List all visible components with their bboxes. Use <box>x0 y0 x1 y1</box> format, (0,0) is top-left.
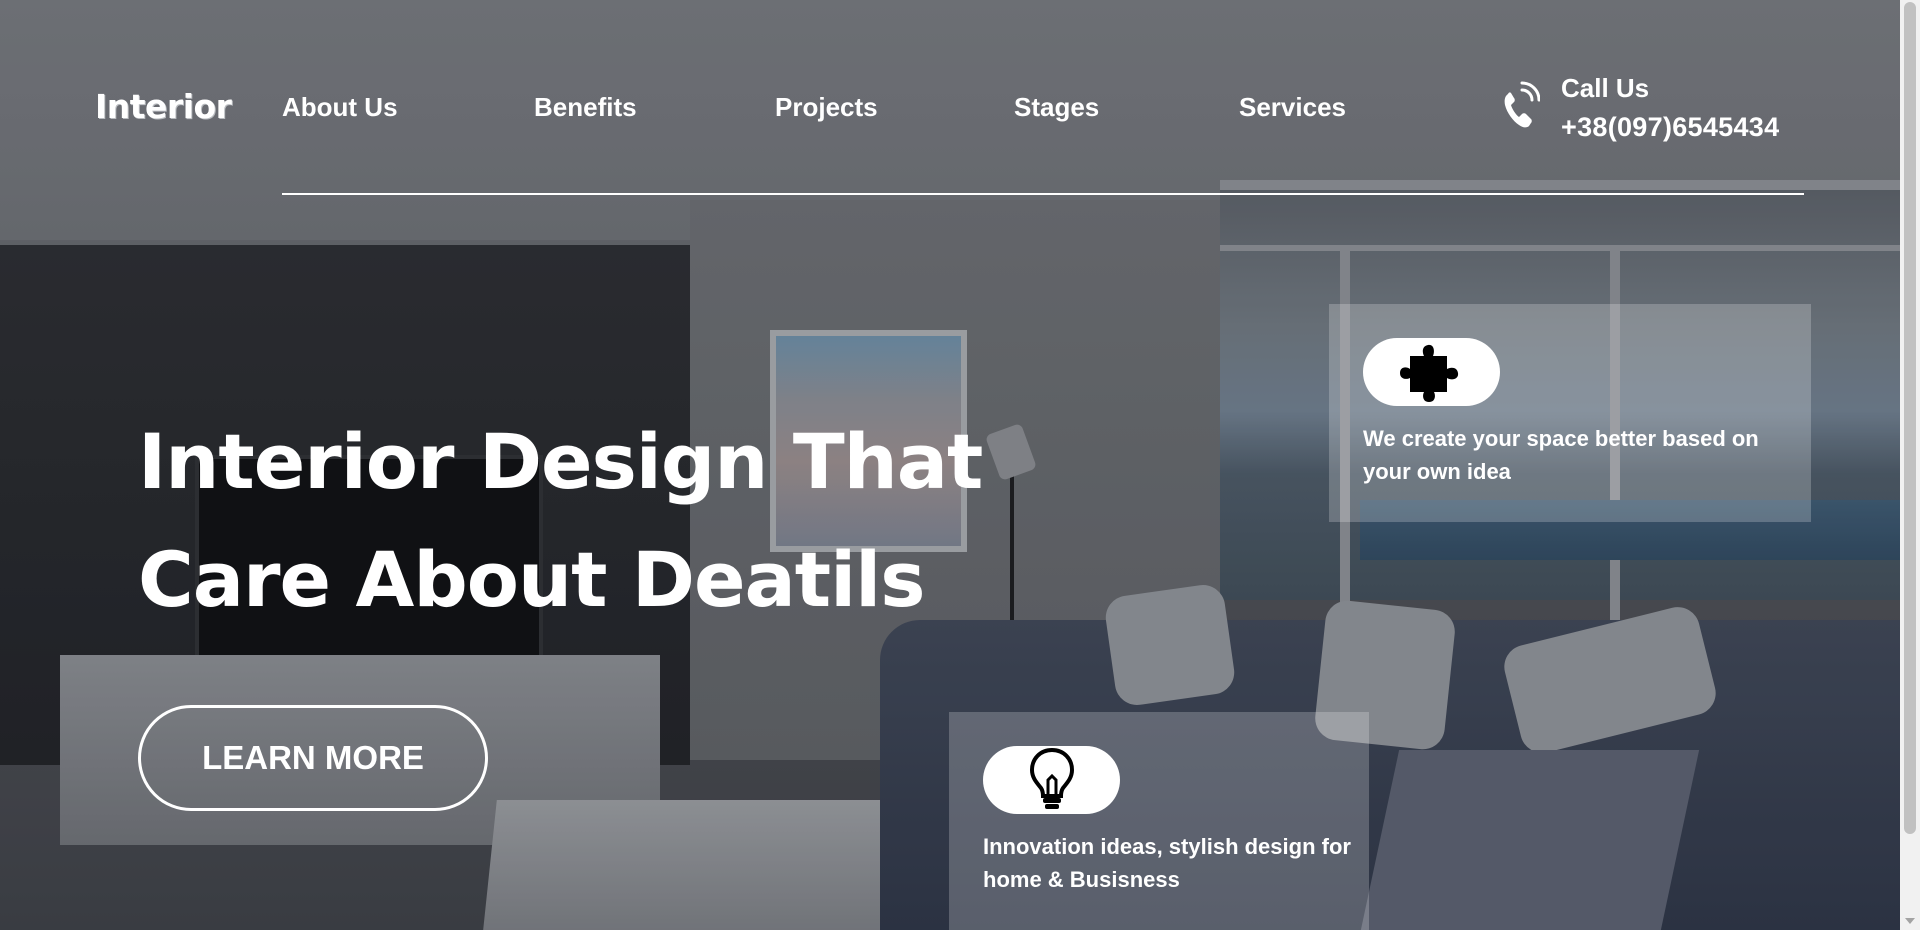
header-divider <box>282 193 1804 195</box>
feature-icon-pill <box>983 746 1120 814</box>
nav-item-projects[interactable]: Projects <box>775 92 878 123</box>
puzzle-piece-icon <box>1392 336 1472 408</box>
nav-item-benefits[interactable]: Benefits <box>534 92 637 123</box>
feature-card-idea: We create your space better based on you… <box>1329 304 1811 522</box>
scrollbar-thumb[interactable] <box>1904 2 1916 834</box>
nav-item-services[interactable]: Services <box>1239 92 1346 123</box>
nav-item-stages[interactable]: Stages <box>1014 92 1099 123</box>
hero-headline-line-1: Interior Design That <box>138 417 983 506</box>
phone-icon[interactable] <box>1500 80 1541 130</box>
feature-icon-pill <box>1363 338 1500 406</box>
feature-text: We create your space better based on you… <box>1363 426 1759 484</box>
scroll-down-arrow-icon[interactable] <box>1905 918 1915 924</box>
feature-text: Innovation ideas, stylish design for hom… <box>983 834 1351 892</box>
contact-label: Call Us <box>1561 73 1650 103</box>
lightbulb-icon <box>1024 744 1080 816</box>
feature-card-innovation: Innovation ideas, stylish design for hom… <box>949 712 1369 930</box>
learn-more-button[interactable]: LEARN MORE <box>138 705 488 811</box>
hero-headline-line-2: Care About Deatils <box>138 535 925 624</box>
hero-headline: Interior Design That Care About Deatils <box>138 403 983 639</box>
logo[interactable]: Interior <box>95 87 232 126</box>
vertical-scrollbar[interactable] <box>1900 0 1920 930</box>
nav-item-about-us[interactable]: About Us <box>282 92 398 123</box>
hero-section: Interior About Us Benefits Projects Stag… <box>0 0 1900 930</box>
contact-phone-link[interactable]: +38(097)6545434 <box>1561 112 1779 143</box>
